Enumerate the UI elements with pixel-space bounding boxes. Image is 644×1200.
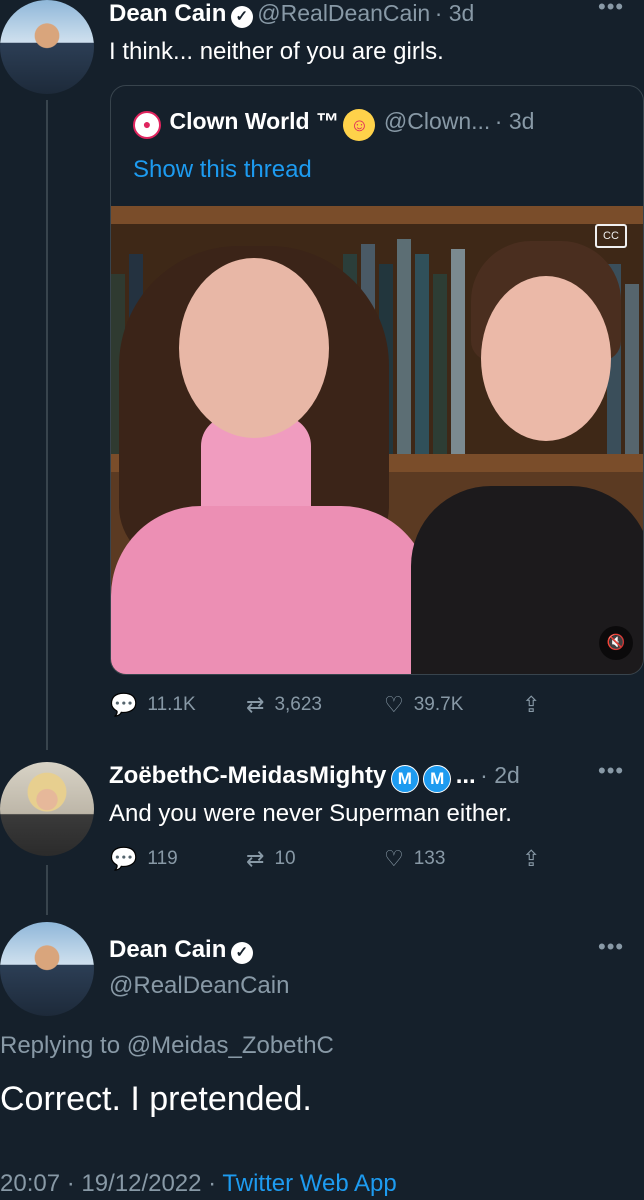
- more-icon[interactable]: •••: [598, 758, 624, 784]
- verified-badge-icon: ✓: [230, 941, 253, 964]
- person-left-body: [111, 506, 431, 674]
- retweet-icon: ⇄: [246, 846, 265, 871]
- replying-prefix: Replying to: [0, 1032, 127, 1059]
- reply-count: 11.1K: [147, 694, 196, 715]
- reply-icon: 💬: [110, 846, 138, 871]
- author-name[interactable]: Dean Cain: [109, 0, 226, 27]
- name-ellipsis: ...: [455, 762, 476, 789]
- mute-icon[interactable]: 🔇: [599, 626, 633, 660]
- reply-button[interactable]: 💬 11.1K: [110, 692, 196, 718]
- like-button[interactable]: ♡ 133: [384, 846, 445, 872]
- tweet-text: I think... neither of you are girls.: [109, 38, 444, 65]
- like-button[interactable]: ♡ 39.7K: [384, 692, 463, 718]
- replying-to-handle[interactable]: @Meidas_ZobethC: [127, 1032, 334, 1059]
- bookshelf-top: [111, 206, 643, 224]
- like-count: 39.7K: [413, 694, 464, 715]
- verified-badge-icon: ✓: [230, 5, 253, 28]
- retweet-icon: ⇄: [246, 692, 265, 717]
- clown-emoji-icon: ☺: [343, 108, 376, 141]
- author-handle[interactable]: @RealDeanCain: [109, 972, 289, 1000]
- heart-icon: ♡: [384, 692, 404, 717]
- person-right-face: [481, 276, 611, 441]
- retweet-count: 3,623: [274, 694, 322, 715]
- tweet-text: And you were never Superman either.: [109, 800, 512, 827]
- heart-icon: ♡: [384, 846, 404, 871]
- avatar[interactable]: [0, 922, 94, 1016]
- captions-icon[interactable]: CC: [595, 224, 627, 248]
- video-player[interactable]: CC 🔇: [111, 206, 643, 674]
- reply-count: 119: [147, 848, 178, 869]
- share-icon: ⇪: [522, 846, 541, 871]
- quoted-tweet-card[interactable]: ● Clown World ™ ☺ @Clown... · 3d Show th…: [110, 85, 644, 675]
- tweet-meta: 20:07 · 19/12/2022 · Twitter Web App: [0, 1170, 397, 1198]
- thread-line-top: [46, 100, 48, 750]
- main-tweet-text: Correct. I pretended.: [0, 1080, 312, 1118]
- main-author: Dean Cain ✓: [109, 936, 253, 964]
- meidas-badge-icon: M: [423, 764, 452, 793]
- avatar[interactable]: [0, 762, 94, 856]
- quote-time[interactable]: · 3d: [495, 108, 535, 134]
- share-button[interactable]: ⇪: [522, 846, 550, 872]
- retweet-button[interactable]: ⇄ 10: [246, 846, 296, 872]
- reply-icon: 💬: [110, 692, 138, 717]
- more-icon[interactable]: •••: [598, 0, 624, 20]
- quote-header: ● Clown World ™ ☺ @Clown... · 3d: [133, 108, 534, 141]
- more-icon[interactable]: •••: [598, 934, 624, 960]
- thread-line-mid: [46, 865, 48, 915]
- show-thread-link[interactable]: Show this thread: [133, 156, 312, 184]
- author-name[interactable]: Dean Cain: [109, 936, 226, 963]
- tweet-time[interactable]: · 2d: [480, 762, 520, 788]
- reply-header: ZoëbethC-MeidasMighty M M ... · 2d: [109, 762, 520, 793]
- replying-to: Replying to @Meidas_ZobethC: [0, 1032, 334, 1060]
- meidas-badge-icon: M: [390, 764, 419, 793]
- quote-author-name[interactable]: Clown World ™: [169, 108, 339, 134]
- person-left-face: [179, 258, 329, 438]
- reply-button[interactable]: 💬 119: [110, 846, 178, 872]
- tweet1-header: Dean Cain ✓ @RealDeanCain · 3d: [109, 0, 639, 28]
- retweet-button[interactable]: ⇄ 3,623: [246, 692, 322, 718]
- clown-avatar-icon: ●: [133, 110, 161, 139]
- avatar[interactable]: [0, 0, 94, 94]
- tweet-timestamp[interactable]: 20:07 · 19/12/2022 ·: [0, 1170, 222, 1197]
- retweet-count: 10: [274, 848, 296, 869]
- share-button[interactable]: ⇪: [522, 692, 550, 718]
- quote-author-handle[interactable]: @Clown...: [384, 108, 490, 134]
- share-icon: ⇪: [522, 692, 541, 717]
- author-name[interactable]: ZoëbethC-MeidasMighty: [109, 762, 386, 789]
- tweet-time[interactable]: · 3d: [435, 0, 475, 26]
- author-handle[interactable]: @RealDeanCain: [257, 0, 430, 26]
- tweet-source[interactable]: Twitter Web App: [222, 1170, 396, 1197]
- like-count: 133: [413, 848, 446, 869]
